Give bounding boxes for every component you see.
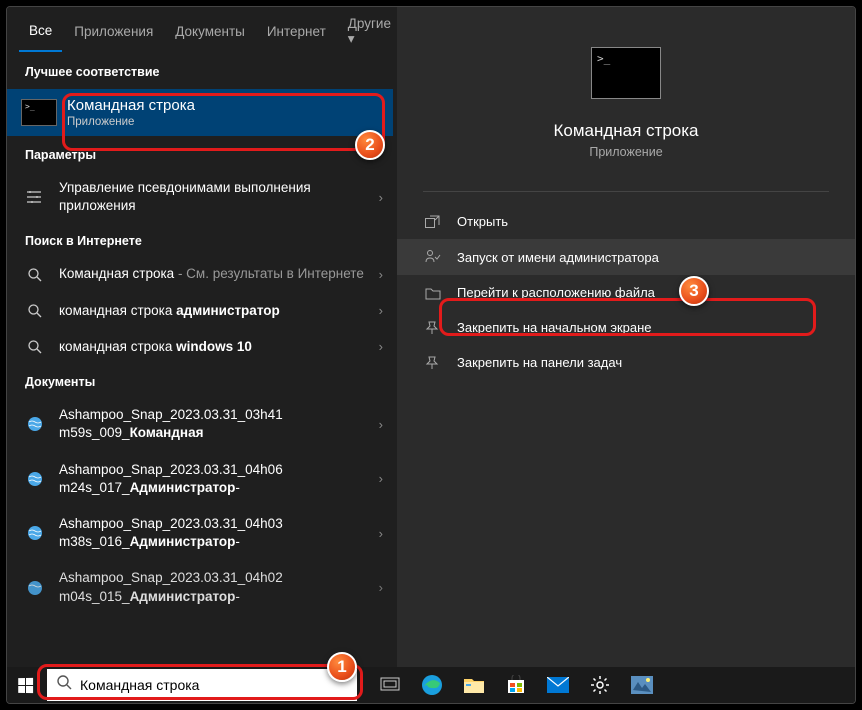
action-pin-start[interactable]: Закрепить на начальном экране [397,310,855,345]
action-open[interactable]: Открыть [397,204,855,239]
section-documents: Документы [7,365,397,397]
globe-icon [25,471,45,487]
search-icon [25,304,45,318]
action-run-as-admin[interactable]: Запуск от имени администратора [397,239,855,275]
globe-icon [25,580,45,596]
settings-item[interactable]: Управление псевдонимами выполнения прило… [7,170,397,224]
taskbar-search-box[interactable] [47,669,357,701]
pin-taskbar-icon [423,356,443,370]
explorer-icon[interactable] [453,667,495,703]
divider [423,191,829,192]
results-column: Все Приложения Документы Интернет Другие… [7,7,397,667]
best-match-item[interactable]: Командная строка Приложение [7,89,393,136]
details-sub: Приложение [589,145,662,159]
web-result-0[interactable]: Командная строка - См. результаты в Инте… [7,256,397,292]
search-input[interactable] [80,677,347,693]
chevron-right-icon: › [379,471,383,486]
edge-icon[interactable] [411,667,453,703]
callout-2: 2 [355,130,385,160]
doc-item-2[interactable]: Ashampoo_Snap_2023.03.31_04h03m38s_016_А… [7,506,397,560]
doc-item-0[interactable]: Ashampoo_Snap_2023.03.31_03h41m59s_009_К… [7,397,397,451]
callout-3: 3 [679,276,709,306]
web-result-1[interactable]: командная строка администратор › [7,293,397,329]
search-icon [57,675,72,695]
chevron-right-icon: › [379,526,383,541]
globe-icon [25,525,45,541]
chevron-right-icon: › [379,580,383,595]
tab-web[interactable]: Интернет [257,12,336,51]
chevron-right-icon: › [379,303,383,318]
best-match-sub: Приложение [67,116,379,128]
ashampoo-icon[interactable] [621,667,663,703]
list-icon [25,190,45,204]
globe-icon [25,416,45,432]
mail-icon[interactable] [537,667,579,703]
tab-docs[interactable]: Документы [165,12,255,51]
store-icon[interactable] [495,667,537,703]
filter-tabs: Все Приложения Документы Интернет Другие… [7,7,397,55]
details-title: Командная строка [553,121,698,141]
search-icon [25,268,45,282]
windows-icon [18,677,33,692]
settings-icon[interactable] [579,667,621,703]
details-header: Командная строка Приложение [397,7,855,179]
doc-item-1[interactable]: Ashampoo_Snap_2023.03.31_04h06m24s_017_А… [7,452,397,506]
section-best-match: Лучшее соответствие [7,55,397,87]
tab-other[interactable]: Другие ▾ [338,7,397,59]
cmd-app-icon [21,99,57,126]
windows-search-panel: Все Приложения Документы Интернет Другие… [7,7,855,667]
folder-icon [423,286,443,300]
pin-start-icon [423,321,443,335]
callout-1: 1 [327,652,357,682]
chevron-right-icon: › [379,417,383,432]
action-pin-taskbar[interactable]: Закрепить на панели задач [397,345,855,380]
best-match-title: Командная строка [67,97,379,114]
open-icon [423,215,443,229]
details-column: Командная строка Приложение Открыть Запу… [397,7,855,667]
taskbar [7,667,855,703]
tab-all[interactable]: Все [19,11,62,52]
start-button[interactable] [7,667,43,703]
web-result-2[interactable]: командная строка windows 10 › [7,329,397,365]
chevron-right-icon: › [379,339,383,354]
cmd-app-icon [591,47,661,99]
task-view-icon[interactable] [369,667,411,703]
chevron-down-icon: ▾ [348,31,355,46]
section-settings: Параметры [7,138,397,170]
section-web: Поиск в Интернете [7,224,397,256]
tab-apps[interactable]: Приложения [64,12,163,51]
doc-item-3[interactable]: Ashampoo_Snap_2023.03.31_04h02m04s_015_А… [7,560,397,614]
search-icon [25,340,45,354]
chevron-right-icon: › [379,190,383,205]
action-open-location[interactable]: Перейти к расположению файла [397,275,855,310]
chevron-right-icon: › [379,267,383,282]
admin-icon [423,249,443,265]
